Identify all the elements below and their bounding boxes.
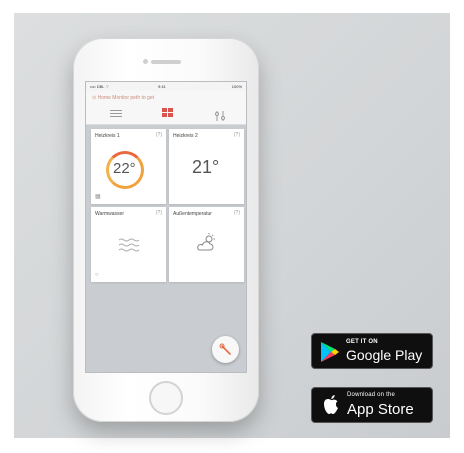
tile-title: Außentemperatur bbox=[173, 211, 212, 217]
tile-info-icon[interactable]: (?) bbox=[234, 132, 240, 138]
google-badge-title: Google Play bbox=[346, 347, 423, 363]
app-screen: •••• DBL ⌔ 9:41 100% ⊙ Home Monitor peth… bbox=[85, 81, 247, 373]
status-carrier: •••• DBL ⌔ bbox=[90, 84, 110, 89]
add-button[interactable] bbox=[212, 336, 239, 363]
hint-text: ⊙ Home Monitor peth to get bbox=[92, 95, 154, 101]
google-badge-caption: GET IT ON bbox=[346, 339, 378, 345]
water-waves-icon bbox=[118, 238, 140, 252]
home-button[interactable] bbox=[149, 381, 183, 415]
tile-info-icon[interactable]: (?) bbox=[234, 210, 240, 216]
calendar-icon: ▦ bbox=[95, 194, 101, 200]
google-play-badge[interactable]: GET IT ON Google Play bbox=[311, 333, 433, 369]
settings-sliders-icon[interactable] bbox=[214, 108, 226, 121]
status-time: 9:41 bbox=[158, 84, 166, 89]
list-view-icon[interactable] bbox=[110, 108, 122, 118]
tile-heizkreis-2[interactable]: Heizkreis 2 (?) 21° bbox=[169, 129, 244, 204]
google-play-icon bbox=[321, 342, 339, 362]
apple-badge-title: App Store bbox=[347, 401, 414, 418]
tile-info-icon[interactable]: (?) bbox=[156, 210, 162, 216]
phone-mockup: •••• DBL ⌔ 9:41 100% ⊙ Home Monitor peth… bbox=[73, 38, 259, 422]
status-bar: •••• DBL ⌔ 9:41 100% bbox=[86, 82, 246, 91]
temperature-value: 21° bbox=[192, 157, 220, 177]
power-icon: ○ bbox=[95, 272, 99, 278]
cloud-sun-icon bbox=[197, 233, 215, 251]
tile-info-icon[interactable]: (?) bbox=[156, 132, 162, 138]
app-store-badge[interactable]: Download on the App Store bbox=[311, 387, 433, 423]
apple-logo-icon bbox=[324, 395, 338, 414]
grid-view-icon[interactable] bbox=[162, 108, 174, 118]
temperature-value: 22° bbox=[113, 160, 136, 177]
tile-title: Heizkreis 2 bbox=[173, 133, 198, 139]
wrench-icon bbox=[219, 343, 231, 355]
tile-warmwasser[interactable]: Warmwasser (?) ○ bbox=[91, 207, 166, 282]
tab-bar: ⊙ Home Monitor peth to get bbox=[86, 91, 246, 125]
camera-dot bbox=[143, 59, 148, 64]
status-battery: 100% bbox=[231, 84, 242, 89]
apple-badge-caption: Download on the bbox=[347, 392, 396, 398]
tile-aussentemperatur[interactable]: Außentemperatur (?) bbox=[169, 207, 244, 282]
speaker-slot bbox=[151, 60, 181, 64]
tile-heizkreis-1[interactable]: Heizkreis 1 (?) 22° ▦ bbox=[91, 129, 166, 204]
tile-title: Heizkreis 1 bbox=[95, 133, 120, 139]
tile-title: Warmwasser bbox=[95, 211, 124, 217]
